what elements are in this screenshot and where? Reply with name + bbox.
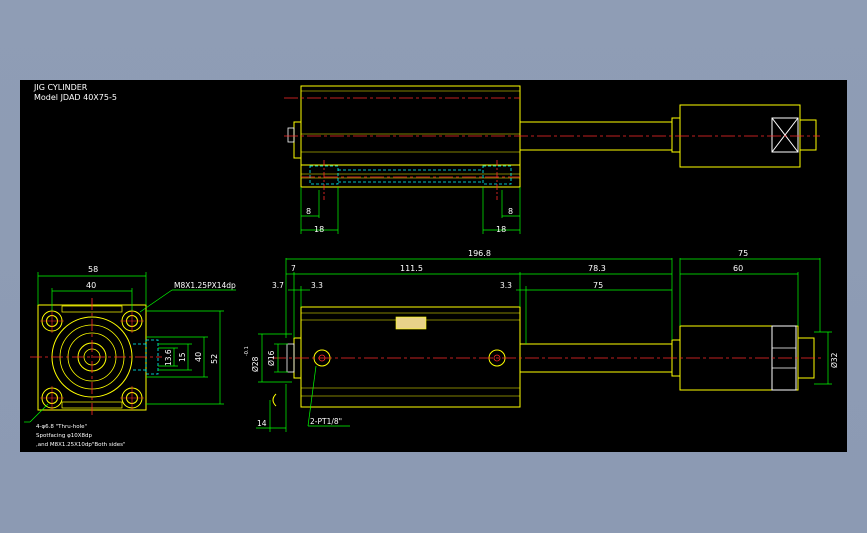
dim-top-left-width: 18	[314, 225, 324, 234]
dim-52: 52	[210, 354, 219, 364]
dim-block-length: 75	[738, 249, 748, 258]
dim-end-width: 58	[88, 265, 98, 274]
port-callout: 2-PT1/8"	[310, 417, 342, 426]
dim-13-6: 13.6	[164, 349, 173, 366]
dim-stroke: 75	[593, 281, 603, 290]
viewport-background: JIG CYLINDER Model JDAD 40X75-5 8 18 8 1…	[0, 0, 867, 533]
dim-111-5: 111.5	[400, 264, 423, 273]
dim-60: 60	[733, 264, 743, 273]
dim-3-7: 3.7	[272, 281, 284, 290]
dim-total-length: 196.8	[468, 249, 491, 258]
dim-dia-32: Ø32	[830, 352, 839, 368]
dim-3-3-right: 3.3	[500, 281, 512, 290]
dim-3-3-left: 3.3	[311, 281, 323, 290]
side-view: 196.8 75 7 111.5 78.3 60 3.7 3.3 3.3 75 …	[244, 249, 839, 432]
dim-14: 14	[257, 419, 267, 428]
dim-dia-16: Ø16	[267, 350, 276, 366]
dim-7: 7	[291, 264, 296, 273]
dim-top-left-gap: 8	[306, 207, 311, 216]
dim-15: 15	[178, 352, 187, 362]
dim-tol-28: -0.1	[244, 346, 250, 356]
drawing-title: JIG CYLINDER	[33, 83, 88, 92]
end-view: 58 40 M8X1.25PX14dp 13.6 15 40 52 4-φ6.8…	[24, 265, 236, 448]
note-line-1: 4-φ6.8 "Thru-hole"	[36, 424, 87, 430]
dim-40: 40	[194, 352, 203, 362]
top-view: 8 18 8 18	[284, 85, 820, 234]
thread-callout: M8X1.25PX14dp	[174, 281, 236, 290]
drawing-canvas: JIG CYLINDER Model JDAD 40X75-5 8 18 8 1…	[20, 80, 847, 452]
dim-78-3: 78.3	[588, 264, 606, 273]
dim-top-right-width: 18	[496, 225, 506, 234]
dim-dia-28: Ø28	[251, 356, 260, 372]
label-plate	[395, 316, 427, 330]
model-label: Model JDAD 40X75-5	[34, 93, 117, 102]
cad-drawing: JIG CYLINDER Model JDAD 40X75-5 8 18 8 1…	[24, 83, 839, 448]
dim-top-right-gap: 8	[508, 207, 513, 216]
note-line-3: ,and M8X1.25X10dp"Both sides"	[36, 442, 126, 448]
dim-end-pitch: 40	[86, 281, 96, 290]
note-line-2: Spotfacing φ10X8dp	[36, 433, 92, 439]
